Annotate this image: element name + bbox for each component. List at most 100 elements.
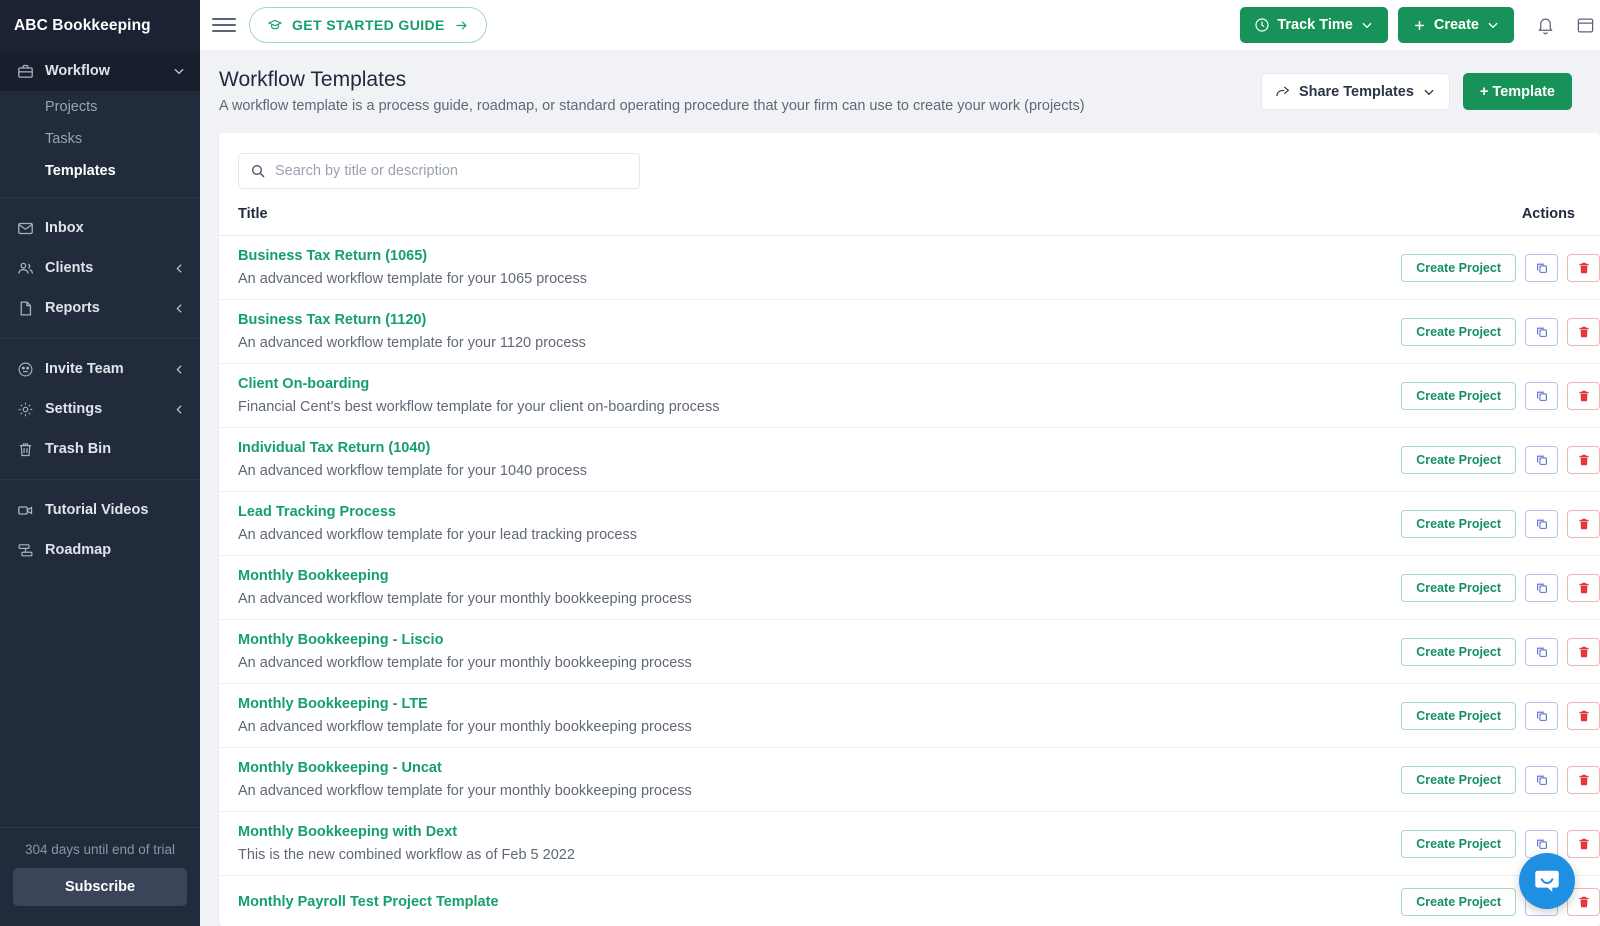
action-group: Create Project: [1401, 637, 1600, 666]
duplicate-template-button[interactable]: [1525, 253, 1558, 282]
duplicate-template-button[interactable]: [1525, 509, 1558, 538]
sidebar-item-clients[interactable]: Clients: [0, 248, 200, 288]
bell-icon[interactable]: [1528, 8, 1562, 42]
duplicate-template-button[interactable]: [1525, 637, 1558, 666]
templates-table: Title Actions Business Tax Return (1065)…: [219, 206, 1600, 926]
sidebar-item-inbox[interactable]: Inbox: [0, 208, 200, 248]
create-project-button[interactable]: Create Project: [1401, 573, 1516, 602]
create-project-button[interactable]: Create Project: [1401, 701, 1516, 730]
create-project-button[interactable]: Create Project: [1401, 829, 1516, 858]
delete-template-button[interactable]: [1567, 509, 1600, 538]
table-row: Monthly Bookkeeping - LTE An advanced wor…: [219, 683, 1600, 748]
sidebar-divider-1: [0, 197, 200, 198]
share-templates-button[interactable]: Share Templates: [1260, 73, 1450, 110]
table-row: Business Tax Return (1065) An advanced wo…: [219, 235, 1600, 300]
sidebar-item-invite-team[interactable]: Invite Team: [0, 349, 200, 389]
template-description: An advanced workflow template for your l…: [238, 527, 637, 543]
template-title-link[interactable]: Monthly Bookkeeping with Dext: [238, 824, 1181, 840]
duplicate-template-button[interactable]: [1525, 701, 1558, 730]
template-title-link[interactable]: Business Tax Return (1065): [238, 248, 1181, 264]
envelope-icon: [14, 217, 36, 239]
sidebar-item-tutorial-videos[interactable]: Tutorial Videos: [0, 490, 200, 530]
template-title-link[interactable]: Individual Tax Return (1040): [238, 440, 1181, 456]
template-description: This is the new combined workflow as of …: [238, 847, 575, 863]
sidebar-item-workflow[interactable]: Workflow: [0, 51, 200, 91]
template-cell: Monthly Bookkeeping - Liscio An advanced …: [219, 619, 1182, 684]
duplicate-template-button[interactable]: [1525, 445, 1558, 474]
sidebar-subitem-label: Templates: [45, 163, 116, 179]
sidebar-item-reports[interactable]: Reports: [0, 288, 200, 328]
create-project-button[interactable]: Create Project: [1401, 253, 1516, 282]
action-group: Create Project: [1401, 765, 1600, 794]
template-title-link[interactable]: Monthly Bookkeeping - Liscio: [238, 632, 1181, 648]
sidebar-subitem-projects[interactable]: Projects: [0, 91, 200, 123]
hamburger-icon[interactable]: [212, 13, 236, 37]
delete-template-button[interactable]: [1567, 253, 1600, 282]
delete-template-button[interactable]: [1567, 701, 1600, 730]
delete-template-button[interactable]: [1567, 573, 1600, 602]
roadmap-icon: [14, 539, 36, 561]
actions-cell: Create Project: [1181, 747, 1600, 812]
sidebar-item-roadmap[interactable]: Roadmap: [0, 530, 200, 570]
template-cell: Monthly Bookkeeping An advanced workflow …: [219, 555, 1182, 620]
sidebar-item-label: Reports: [45, 300, 100, 316]
template-cell: Business Tax Return (1065) An advanced wo…: [219, 235, 1182, 300]
duplicate-template-button[interactable]: [1525, 381, 1558, 410]
app-menu-icon[interactable]: [1568, 8, 1600, 42]
delete-template-button[interactable]: [1567, 317, 1600, 346]
create-project-button[interactable]: Create Project: [1401, 637, 1516, 666]
sidebar-subitem-templates[interactable]: Templates: [0, 155, 200, 187]
subscribe-button[interactable]: Subscribe: [13, 868, 187, 906]
duplicate-template-button[interactable]: [1525, 317, 1558, 346]
search-box[interactable]: [238, 153, 640, 189]
template-title-link[interactable]: Lead Tracking Process: [238, 504, 1181, 520]
search-icon: [250, 163, 266, 179]
create-project-button[interactable]: Create Project: [1401, 888, 1516, 916]
graduation-cap-icon: [267, 17, 283, 33]
create-button[interactable]: Create: [1397, 7, 1514, 43]
action-group: Create Project: [1401, 829, 1600, 858]
create-project-button[interactable]: Create Project: [1401, 765, 1516, 794]
duplicate-template-button[interactable]: [1525, 573, 1558, 602]
template-title-link[interactable]: Business Tax Return (1120): [238, 312, 1181, 328]
get-started-guide-button[interactable]: GET STARTED GUIDE: [249, 7, 487, 43]
delete-template-button[interactable]: [1567, 765, 1600, 794]
chevron-down-icon: [172, 64, 186, 78]
action-group: Create Project: [1401, 253, 1600, 282]
create-project-button[interactable]: Create Project: [1401, 381, 1516, 410]
create-project-button[interactable]: Create Project: [1401, 317, 1516, 346]
template-cell: Monthly Bookkeeping with Dext This is the…: [219, 811, 1182, 876]
table-row: Monthly Bookkeeping - Uncat An advanced w…: [219, 747, 1600, 812]
delete-template-button[interactable]: [1567, 829, 1600, 858]
delete-template-button[interactable]: [1567, 637, 1600, 666]
template-title-link[interactable]: Client On-boarding: [238, 376, 1181, 392]
create-project-button[interactable]: Create Project: [1401, 445, 1516, 474]
template-cell: Business Tax Return (1120) An advanced wo…: [219, 299, 1182, 364]
page-header-text: Workflow Templates A workflow template i…: [219, 68, 1261, 114]
sidebar-item-trash-bin[interactable]: Trash Bin: [0, 429, 200, 469]
search-input[interactable]: [275, 163, 628, 179]
track-time-button[interactable]: Track Time: [1240, 7, 1388, 43]
template-description: An advanced workflow template for your 1…: [238, 335, 586, 351]
duplicate-template-button[interactable]: [1525, 765, 1558, 794]
gear-icon: [14, 398, 36, 420]
template-cell: Monthly Payroll Test Project Template: [219, 875, 1182, 926]
template-cell: Monthly Bookkeeping - Uncat An advanced w…: [219, 747, 1182, 812]
create-project-button[interactable]: Create Project: [1401, 509, 1516, 538]
chevron-left-icon: [173, 262, 186, 275]
new-template-button[interactable]: + Template: [1462, 73, 1572, 110]
chat-bubble-icon: [1532, 866, 1562, 896]
chat-widget-button[interactable]: [1519, 853, 1575, 909]
delete-template-button[interactable]: [1567, 445, 1600, 474]
template-title-link[interactable]: Monthly Bookkeeping - LTE: [238, 696, 1181, 712]
template-title-link[interactable]: Monthly Bookkeeping: [238, 568, 1181, 584]
template-title-link[interactable]: Monthly Bookkeeping - Uncat: [238, 760, 1181, 776]
brand-title: ABC Bookkeeping: [0, 0, 200, 51]
sidebar-item-settings[interactable]: Settings: [0, 389, 200, 429]
action-group: Create Project: [1401, 445, 1600, 474]
template-title-link[interactable]: Monthly Payroll Test Project Template: [238, 894, 1181, 910]
template-cell: Lead Tracking Process An advanced workflo…: [219, 491, 1182, 556]
sidebar-subitem-tasks[interactable]: Tasks: [0, 123, 200, 155]
chevron-down-icon: [1422, 85, 1436, 99]
delete-template-button[interactable]: [1567, 381, 1600, 410]
